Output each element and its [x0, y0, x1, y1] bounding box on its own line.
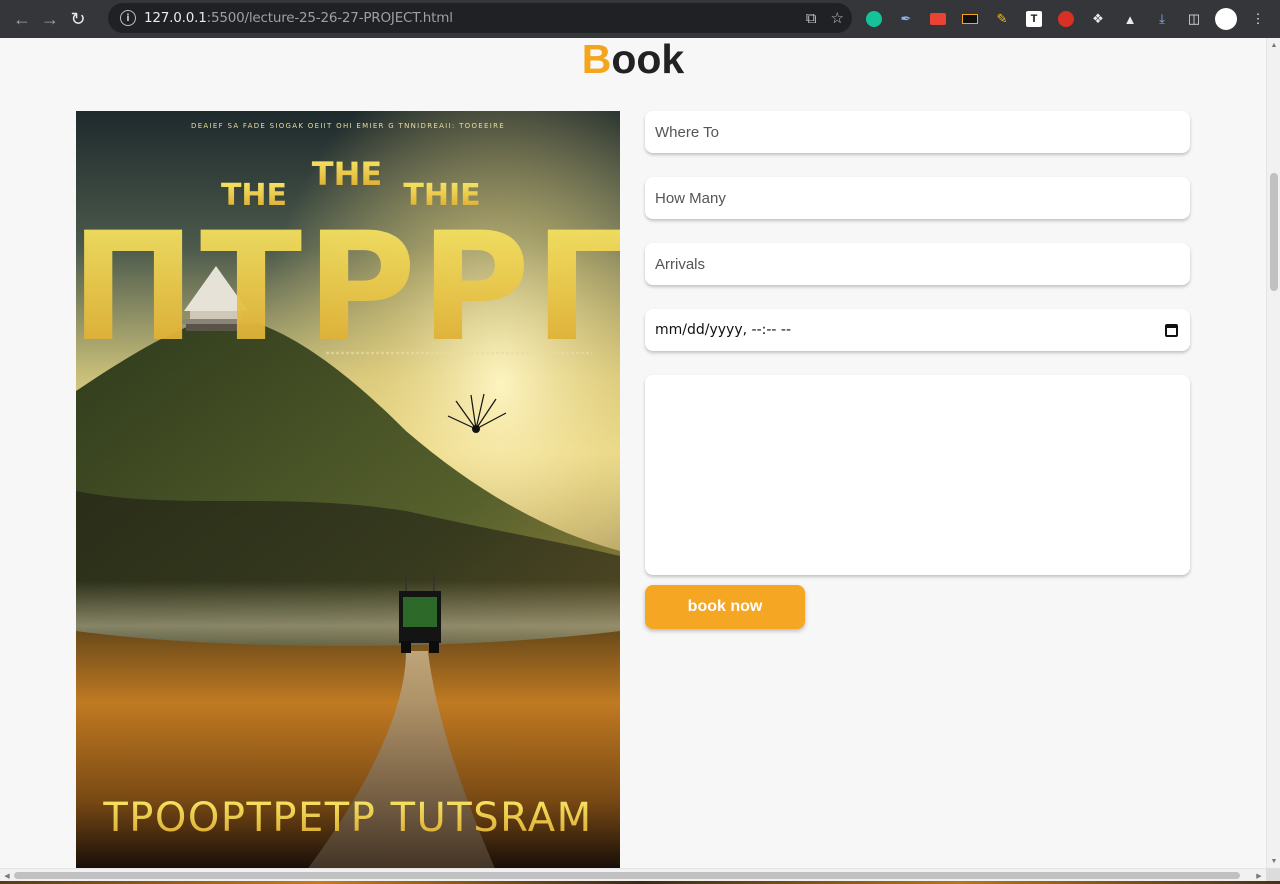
message-textarea[interactable]	[645, 375, 1190, 575]
url-text: 127.0.0.1:5500/lecture-25-26-27-PROJECT.…	[144, 10, 453, 26]
scrollbar-corner	[1266, 868, 1280, 881]
text-extension-icon[interactable]: T	[1022, 7, 1046, 31]
datetime-input[interactable]: mm/dd/yyyy, --:-- --	[645, 309, 1190, 351]
how-many-input[interactable]: How Many	[645, 177, 1190, 219]
pencil-extension-icon[interactable]: ✎	[990, 7, 1014, 31]
bookmark-star-icon[interactable]: ☆	[831, 9, 844, 27]
cover-big-title: ПТРРГ	[76, 201, 620, 375]
vertical-scrollbar[interactable]: ▲ ▼	[1266, 38, 1280, 868]
scroll-down-arrow-icon[interactable]: ▼	[1267, 854, 1280, 868]
site-info-icon[interactable]: i	[120, 10, 136, 26]
grammarly-extension-icon[interactable]	[862, 7, 886, 31]
side-panel-icon[interactable]: ◫	[1182, 7, 1206, 31]
vertical-scroll-thumb[interactable]	[1270, 173, 1278, 291]
share-icon[interactable]: ⧉	[806, 10, 817, 27]
cover-tagline: DEAIEF SA FADE SIOGAK OEIIT OHI EMIER G …	[191, 122, 505, 130]
page-title: Book	[581, 38, 685, 82]
book-now-button[interactable]: book now	[645, 585, 805, 629]
forward-arrow-icon[interactable]: →	[36, 5, 64, 33]
download-icon[interactable]: ⤓	[1150, 7, 1174, 31]
reload-icon[interactable]: ↻	[64, 5, 92, 33]
datetime-placeholder: mm/dd/yyyy, --:-- --	[655, 322, 792, 338]
back-arrow-icon[interactable]: ←	[8, 5, 36, 33]
tab-extension-icon[interactable]	[926, 7, 950, 31]
cover-bottom-title: TPOOPTPETP TUTSRAM	[102, 795, 592, 841]
color-picker-extension-icon[interactable]: ✒	[894, 7, 918, 31]
calendar-icon[interactable]	[1165, 323, 1178, 337]
book-cover-image: DEAIEF SA FADE SIOGAK OEIIT OHI EMIER G …	[76, 111, 620, 868]
booking-form: Where To How Many Arrivals mm/dd/yyyy, -…	[645, 111, 1190, 629]
arrivals-input[interactable]: Arrivals	[645, 243, 1190, 285]
address-bar[interactable]: i 127.0.0.1:5500/lecture-25-26-27-PROJEC…	[108, 3, 852, 33]
more-menu-icon[interactable]: ⋮	[1246, 7, 1270, 31]
cover-word-the-center: THE	[312, 155, 382, 193]
horizontal-scrollbar[interactable]: ◀ ▶	[0, 868, 1266, 881]
where-to-input[interactable]: Where To	[645, 111, 1190, 153]
browser-toolbar: ← → ↻ i 127.0.0.1:5500/lecture-25-26-27-…	[0, 0, 1280, 38]
dark-mode-extension-icon[interactable]	[958, 7, 982, 31]
page-viewport: Book DEAIEF SA FADE SIOGAK OEIIT OHI EMI…	[0, 38, 1266, 868]
scroll-up-arrow-icon[interactable]: ▲	[1267, 38, 1280, 52]
puzzle-extensions-icon[interactable]: ❖	[1086, 7, 1110, 31]
flask-icon[interactable]: ▲	[1118, 7, 1142, 31]
horizontal-scroll-thumb[interactable]	[14, 872, 1240, 879]
profile-avatar[interactable]	[1214, 7, 1238, 31]
hand-stop-extension-icon[interactable]	[1054, 7, 1078, 31]
